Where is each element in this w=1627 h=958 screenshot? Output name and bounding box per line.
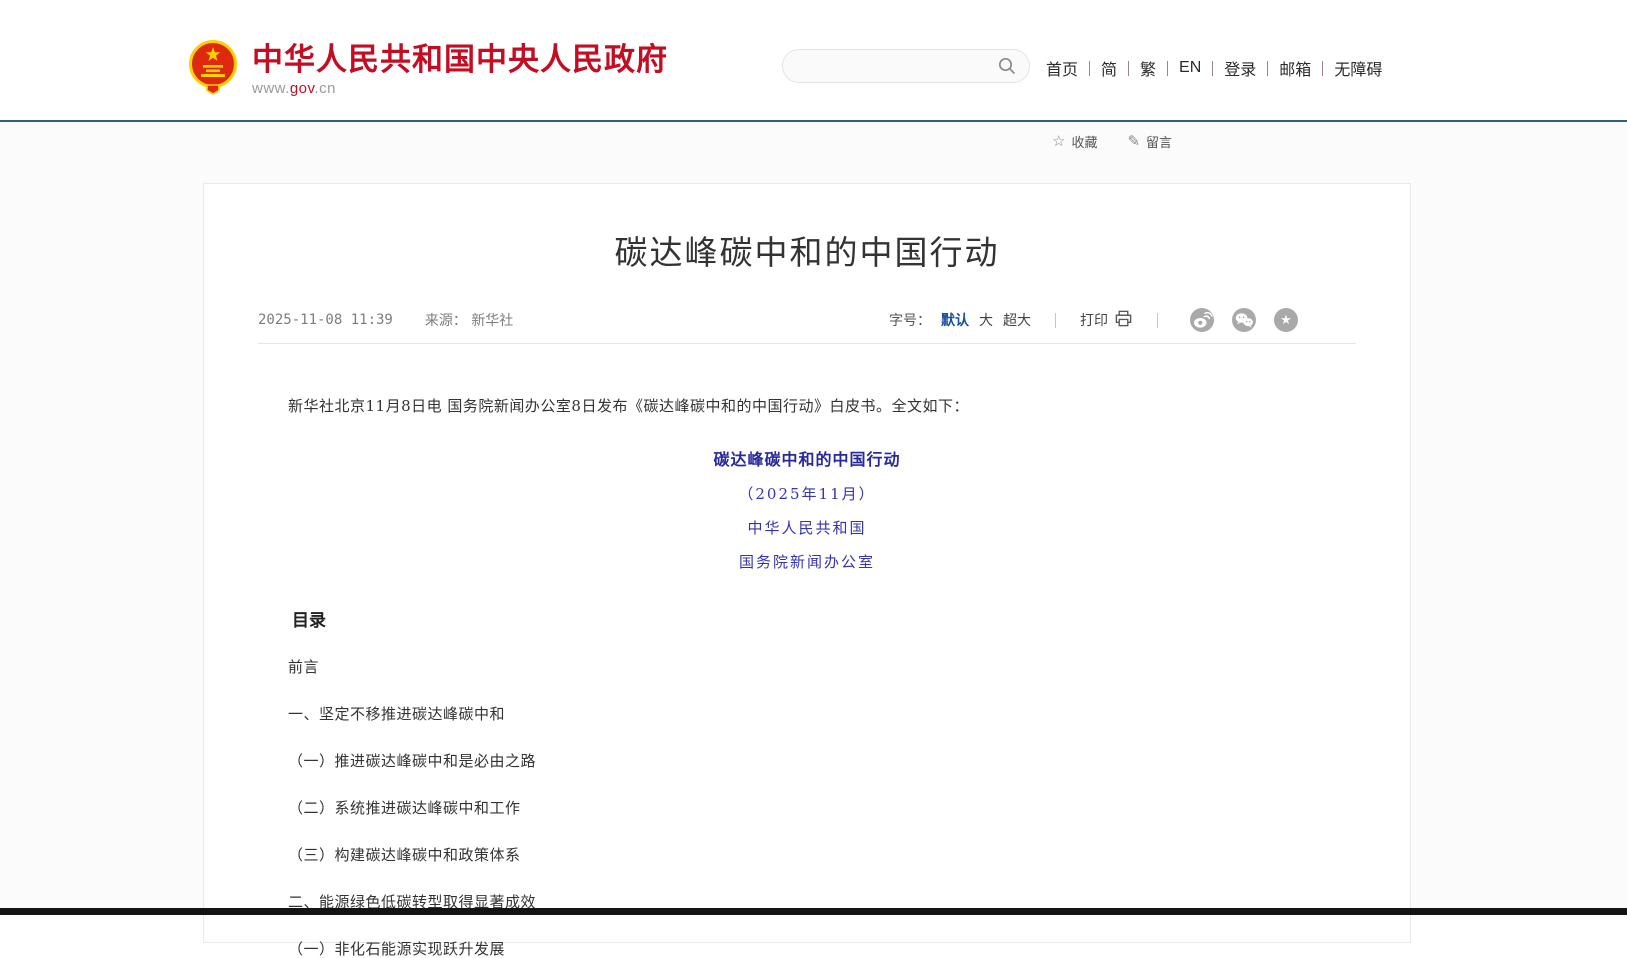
star-outline-icon: ☆	[1052, 134, 1065, 149]
toc-item-2-1: （一）非化石能源实现跃升发展	[288, 941, 1356, 958]
site-logo[interactable]: 中华人民共和国中央人民政府 www.gov.cn	[188, 38, 668, 101]
article-card: 碳达峰碳中和的中国行动 2025-11-08 11:39 来源： 新华社 字号：…	[203, 183, 1411, 943]
document-author-line2: 国务院新闻办公室	[258, 551, 1356, 572]
nav-simplified[interactable]: 简	[1101, 56, 1117, 80]
font-size-label: 字号：	[889, 310, 931, 330]
quick-actions: ☆ 收藏 ✎ 留言	[1052, 132, 1172, 151]
nav-home[interactable]: 首页	[1046, 56, 1078, 80]
document-title: 碳达峰碳中和的中国行动	[258, 446, 1356, 470]
meta-divider	[258, 343, 1356, 344]
favorite-label: 收藏	[1071, 132, 1097, 151]
document-author-line1: 中华人民共和国	[258, 517, 1356, 538]
print-label: 打印	[1080, 310, 1108, 330]
meta-left: 2025-11-08 11:39 来源： 新华社	[258, 310, 513, 330]
source: 来源： 新华社	[425, 310, 513, 330]
meta-toolbar: 字号： 默认 大 超大 打印	[889, 308, 1298, 332]
toc-heading: 目录	[292, 606, 1356, 631]
search-bar	[782, 49, 1030, 83]
search-icon[interactable]	[997, 56, 1017, 76]
favorite-button[interactable]: ☆ 收藏	[1052, 132, 1097, 151]
nav-separator	[1322, 61, 1323, 76]
nav-english[interactable]: EN	[1179, 59, 1201, 77]
weibo-share-icon[interactable]	[1190, 308, 1214, 332]
printer-icon	[1114, 309, 1133, 332]
toc-item-1-2: （二）系统推进碳达峰碳中和工作	[288, 800, 1356, 817]
pencil-icon: ✎	[1127, 134, 1140, 149]
page-title: 碳达峰碳中和的中国行动	[258, 226, 1356, 274]
nav-separator	[1128, 61, 1129, 76]
site-header: 中华人民共和国中央人民政府 www.gov.cn 首页 简 繁 EN 登录 邮箱…	[0, 0, 1627, 120]
top-nav: 首页 简 繁 EN 登录 邮箱 无障碍	[1046, 56, 1382, 80]
article-body: 新华社北京11月8日电 国务院新闻办公室8日发布《碳达峰碳中和的中国行动》白皮书…	[258, 396, 1356, 958]
site-url: www.gov.cn	[252, 80, 668, 97]
site-title: 中华人民共和国中央人民政府	[252, 43, 668, 77]
nav-mail[interactable]: 邮箱	[1279, 56, 1311, 80]
nav-accessibility[interactable]: 无障碍	[1334, 56, 1382, 80]
nav-separator	[1267, 61, 1268, 76]
nav-login[interactable]: 登录	[1224, 56, 1256, 80]
nav-separator	[1212, 61, 1213, 76]
star-icon: ★	[1280, 314, 1292, 327]
message-button[interactable]: ✎ 留言	[1127, 132, 1172, 151]
source-value: 新华社	[471, 313, 513, 329]
font-size-large[interactable]: 大	[979, 310, 993, 330]
wechat-share-icon[interactable]	[1232, 308, 1256, 332]
toc-item-preface: 前言	[288, 659, 1356, 676]
nav-traditional[interactable]: 繁	[1140, 56, 1156, 80]
toc-item-1-3: （三）构建碳达峰碳中和政策体系	[288, 847, 1356, 864]
print-button[interactable]: 打印	[1080, 309, 1133, 332]
search-input[interactable]	[799, 58, 997, 74]
publish-date: 2025-11-08 11:39	[258, 312, 393, 328]
national-emblem-icon	[188, 38, 238, 101]
source-label: 来源：	[425, 313, 467, 329]
toolbar-separator	[1157, 313, 1158, 328]
nav-separator	[1167, 61, 1168, 76]
toc-item-1-1: （一）推进碳达峰碳中和是必由之路	[288, 753, 1356, 770]
font-size-xlarge[interactable]: 超大	[1003, 310, 1031, 330]
nav-separator	[1089, 61, 1090, 76]
article-meta: 2025-11-08 11:39 来源： 新华社 字号： 默认 大 超大 打印	[258, 308, 1356, 332]
toc-item-1: 一、坚定不移推进碳达峰碳中和	[288, 706, 1356, 723]
favorite-share-icon[interactable]: ★	[1274, 308, 1298, 332]
lead-paragraph: 新华社北京11月8日电 国务院新闻办公室8日发布《碳达峰碳中和的中国行动》白皮书…	[258, 396, 1356, 416]
document-date: （2025年11月）	[258, 483, 1356, 504]
viewport-bottom-bar	[0, 908, 1627, 915]
message-label: 留言	[1146, 132, 1172, 151]
toolbar-separator	[1055, 313, 1056, 328]
font-size-default[interactable]: 默认	[941, 310, 969, 330]
